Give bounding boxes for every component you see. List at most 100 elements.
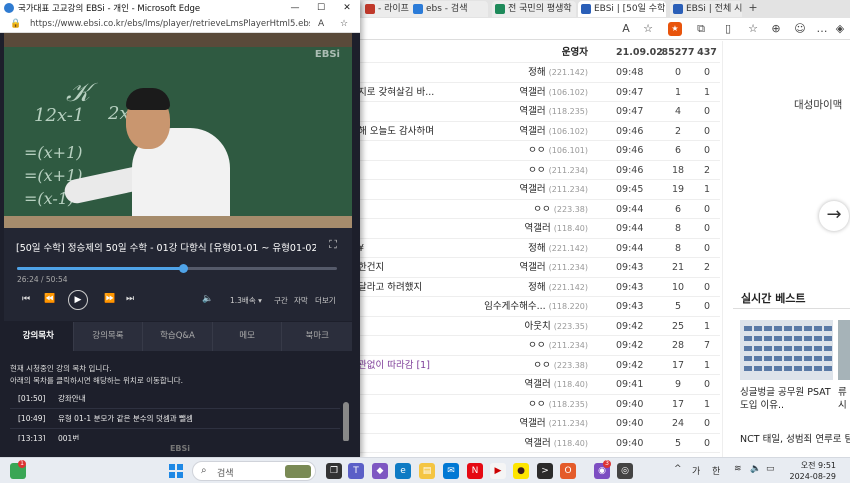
minimize-button[interactable]: — bbox=[282, 0, 308, 16]
row-author[interactable]: 역갤러 (118.40) bbox=[525, 375, 589, 394]
favorite-icon[interactable]: ☆ bbox=[640, 21, 656, 37]
copilot-icon[interactable]: ◈ bbox=[832, 21, 848, 37]
youtube-icon[interactable]: ▶ bbox=[490, 463, 506, 479]
split-screen-icon[interactable]: ▯ bbox=[720, 21, 736, 37]
subtitle-button[interactable]: 자막 bbox=[294, 295, 308, 306]
row-author[interactable]: ㅇㅇ (223.38) bbox=[533, 356, 588, 375]
extension-icon[interactable]: ★ bbox=[668, 22, 682, 36]
terminal-icon[interactable]: > bbox=[537, 463, 553, 479]
tab-bookmark[interactable]: 북마크 bbox=[282, 322, 352, 351]
row-title[interactable]: 관없이 따라감 [1] bbox=[358, 356, 528, 375]
netflix-icon[interactable]: N bbox=[467, 463, 483, 479]
board-row[interactable]: 지로 갖혀살김 바... 역갤러 (106.102) 09:47 1 1 bbox=[358, 83, 720, 102]
board-row[interactable]: ㅇㅇ (211.234) 09:46 18 2 bbox=[358, 161, 720, 180]
ime-indicator[interactable]: 가 bbox=[692, 464, 700, 477]
popup-address-bar[interactable]: 🔒 https://www.ebsi.co.kr/ebs/lms/player/… bbox=[0, 16, 360, 33]
tab-lifelong[interactable]: 전 국민의 평생학 bbox=[492, 1, 576, 17]
wifi-icon[interactable]: ≋ bbox=[734, 464, 742, 474]
row-title[interactable]: 한건지 bbox=[358, 258, 528, 277]
tab-ebsi-50[interactable]: EBSi | [50일 수학] bbox=[578, 1, 666, 17]
tab-lecture-toc[interactable]: 강의목차 bbox=[4, 322, 74, 351]
board-row[interactable]: 달라고 하려했지 정해 (221.142) 09:43 10 0 bbox=[358, 278, 720, 297]
kakaotalk-icon[interactable]: ● bbox=[513, 463, 529, 479]
favorites-bar-icon[interactable]: ☆ bbox=[745, 21, 761, 37]
popup-url[interactable]: https://www.ebsi.co.kr/ebs/lms/player/re… bbox=[30, 19, 310, 29]
board-row[interactable]: ㅇㅇ (211.234) 09:42 28 7 bbox=[358, 336, 720, 356]
read-aloud-icon[interactable]: A bbox=[318, 19, 324, 29]
maximize-button[interactable]: ☐ bbox=[308, 0, 334, 16]
mail-icon[interactable]: ✉ bbox=[443, 463, 459, 479]
best-news-item[interactable]: NCT 태일, 성범죄 연루로 팀 탈퇴 bbox=[740, 431, 850, 445]
chapter-item[interactable]: [10:49] 유형 01-1 분모가 같은 분수의 덧셈과 뺄셈 bbox=[10, 409, 340, 429]
row-author[interactable]: ㅇㅇ (118.235) bbox=[528, 395, 588, 414]
skip-end-icon[interactable]: ⏭ bbox=[126, 294, 134, 304]
row-author[interactable]: 정해 (221.142) bbox=[528, 239, 588, 258]
row-title[interactable]: 지로 갖혀살김 바... bbox=[358, 83, 528, 102]
tab-qa[interactable]: 학습Q&A bbox=[143, 322, 213, 351]
edge-app-icon[interactable]: e bbox=[395, 463, 411, 479]
speed-select[interactable]: 1.3배속 ▾ bbox=[230, 295, 262, 306]
play-button[interactable]: ▶ bbox=[68, 290, 88, 310]
board-row[interactable]: 관없이 따라감 [1] ㅇㅇ (223.38) 09:42 17 1 bbox=[358, 356, 720, 375]
more-button[interactable]: 더보기 bbox=[315, 295, 336, 306]
next-arrow-button[interactable]: → bbox=[819, 201, 849, 231]
board-row[interactable]: 역갤러 (118.40) 09:41 9 0 bbox=[358, 375, 720, 395]
read-aloud-icon[interactable]: A bbox=[618, 21, 634, 37]
board-row[interactable]: ㅇㅇ (118.235) 09:40 17 1 bbox=[358, 395, 720, 414]
row-title[interactable]: ¥ bbox=[358, 239, 528, 258]
profile-icon[interactable]: ☺ bbox=[792, 21, 808, 37]
chevron-up-icon[interactable]: ^ bbox=[674, 464, 682, 474]
row-author[interactable]: ㅇㅇ (211.234) bbox=[528, 336, 588, 355]
row-author[interactable]: 역갤러 (106.102) bbox=[519, 83, 588, 102]
popup-titlebar[interactable]: 국가대표 고교강의 EBSi - 개인 - Microsoft Edge — ☐… bbox=[0, 0, 360, 16]
best-caption-2[interactable]: 류시 bbox=[838, 386, 850, 412]
language-indicator[interactable]: 한 bbox=[712, 464, 720, 477]
start-icon[interactable] bbox=[168, 463, 184, 479]
board-row[interactable]: 역갤러 (211.234) 09:45 19 1 bbox=[358, 180, 720, 200]
board-row[interactable]: 아웃치 (223.35) 09:42 25 1 bbox=[358, 317, 720, 336]
board-row[interactable]: 해 오늘도 감사하며 역갤러 (106.102) 09:46 2 0 bbox=[358, 122, 720, 141]
clock[interactable]: 오전 9:51 2024-08-29 bbox=[790, 460, 837, 482]
taskbar-search[interactable]: ⌕ 검색 bbox=[192, 461, 316, 481]
favorite-icon[interactable]: ☆ bbox=[340, 19, 348, 29]
row-author[interactable]: 아웃치 (223.35) bbox=[525, 317, 589, 336]
volume-icon[interactable]: 🔈 bbox=[202, 294, 213, 304]
more-icon[interactable]: … bbox=[814, 21, 830, 37]
volume-icon[interactable]: 🔈 bbox=[750, 464, 761, 474]
board-row[interactable]: 역갤러 (211.234) 09:40 24 0 bbox=[358, 414, 720, 434]
fast-forward-icon[interactable]: ⏩ bbox=[104, 294, 115, 304]
row-author[interactable]: 정해 (221.142) bbox=[528, 63, 588, 82]
collections-icon[interactable]: ⊕ bbox=[768, 21, 784, 37]
board-row[interactable]: ㅇㅇ (223.38) 09:44 6 0 bbox=[358, 200, 720, 219]
row-author[interactable]: 역갤러 (106.102) bbox=[519, 122, 588, 141]
tab-lecture-list[interactable]: 강의목록 bbox=[74, 322, 144, 351]
chapter-item[interactable]: [01:50] 강좌안내 bbox=[10, 389, 340, 409]
file-explorer-icon[interactable]: ▤ bbox=[419, 463, 435, 479]
board-row[interactable]: ¥ 정해 (221.142) 09:44 8 0 bbox=[358, 239, 720, 258]
extensions-icon[interactable]: ⧉ bbox=[693, 21, 709, 37]
tab-memo[interactable]: 메모 bbox=[213, 322, 283, 351]
chapter-item[interactable]: [13:13] 001번 bbox=[10, 429, 340, 441]
task-view-icon[interactable]: ❐ bbox=[326, 463, 342, 479]
teams-icon[interactable]: T bbox=[348, 463, 364, 479]
lecture-video[interactable]: 𝒦 12x-1 =(x+1) =(x+1) =(x-1) 2x EBSi bbox=[4, 33, 352, 228]
row-author[interactable]: 역갤러 (118.235) bbox=[519, 102, 588, 121]
close-button[interactable]: ✕ bbox=[334, 0, 360, 16]
fullscreen-icon[interactable]: ⛶ bbox=[326, 238, 340, 252]
row-author[interactable]: 역갤러 (211.234) bbox=[519, 414, 588, 433]
board-row[interactable]: 역갤러 (118.40) 09:40 5 0 bbox=[358, 434, 720, 453]
skip-start-icon[interactable]: ⏮ bbox=[22, 294, 30, 304]
board-row[interactable]: 역갤러 (118.235) 09:47 4 0 bbox=[358, 102, 720, 122]
progress-bar[interactable] bbox=[17, 264, 337, 273]
row-author[interactable]: 역갤러 (211.234) bbox=[519, 258, 588, 277]
board-row[interactable]: 한건지 역갤러 (211.234) 09:43 21 2 bbox=[358, 258, 720, 278]
favorite-label[interactable]: 대성마이맥 bbox=[794, 97, 842, 112]
row-author[interactable]: ㅇㅇ (211.234) bbox=[528, 161, 588, 180]
row-author[interactable]: 역갤러 (118.40) bbox=[525, 434, 589, 453]
copilot-app-icon[interactable]: ◆ bbox=[372, 463, 388, 479]
board-row[interactable]: 임수게수해수... (118.220) 09:43 5 0 bbox=[358, 297, 720, 317]
row-author[interactable]: 정해 (221.142) bbox=[528, 278, 588, 297]
new-tab-button[interactable]: + bbox=[745, 0, 761, 16]
best-caption[interactable]: 싱글벙글 공무원 PSAT 도입 이유.. bbox=[740, 386, 836, 412]
row-title[interactable]: 해 오늘도 감사하며 bbox=[358, 122, 528, 141]
